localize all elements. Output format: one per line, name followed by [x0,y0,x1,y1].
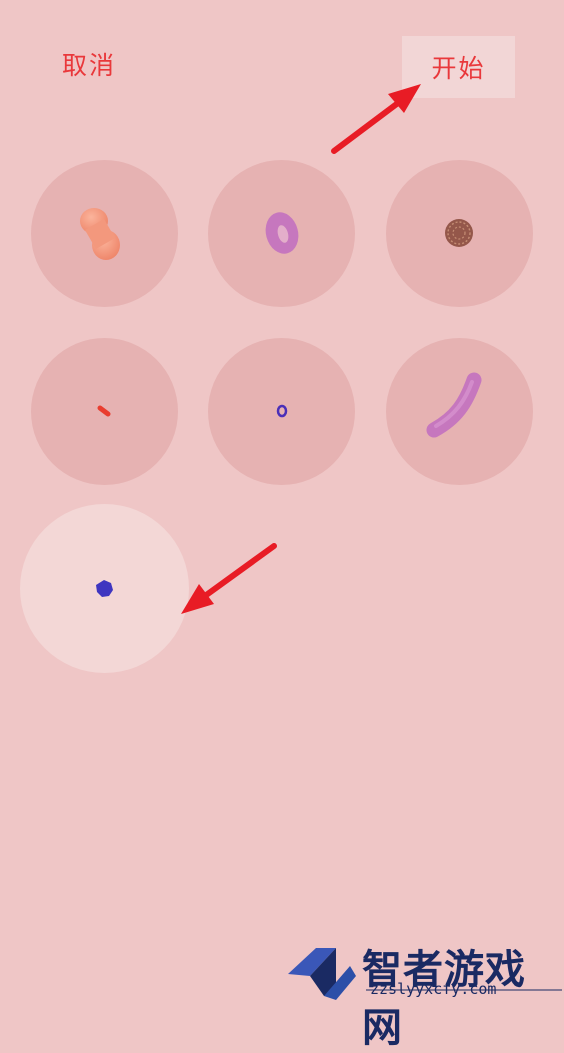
watermark-url: zzslyyxcfy.com [370,980,497,998]
long-pill-icon [426,372,482,438]
shape-slot-tiny-red-dash[interactable] [31,338,178,485]
donut-icon [265,212,299,254]
peanut-pill-icon [80,208,120,260]
annotation-arrows [181,84,421,614]
red-dash-icon [97,405,111,417]
top-bar: 取消 开始 [0,0,564,130]
spiky-ball-icon [445,219,473,247]
cancel-button[interactable]: 取消 [62,46,116,82]
arrow-to-selected-icon [181,543,277,614]
shape-slot-peanut-pill[interactable] [31,160,178,307]
start-button[interactable]: 开始 [402,36,515,98]
blue-dot-icon [96,580,113,597]
blue-ring-icon [276,404,288,418]
shape-slot-blue-dot[interactable] [20,504,189,673]
shape-slot-tiny-blue-ring[interactable] [208,338,355,485]
shape-slot-donut[interactable] [208,160,355,307]
shape-slot-spiky-ball[interactable] [386,160,533,307]
shape-slot-long-pill[interactable] [386,338,533,485]
